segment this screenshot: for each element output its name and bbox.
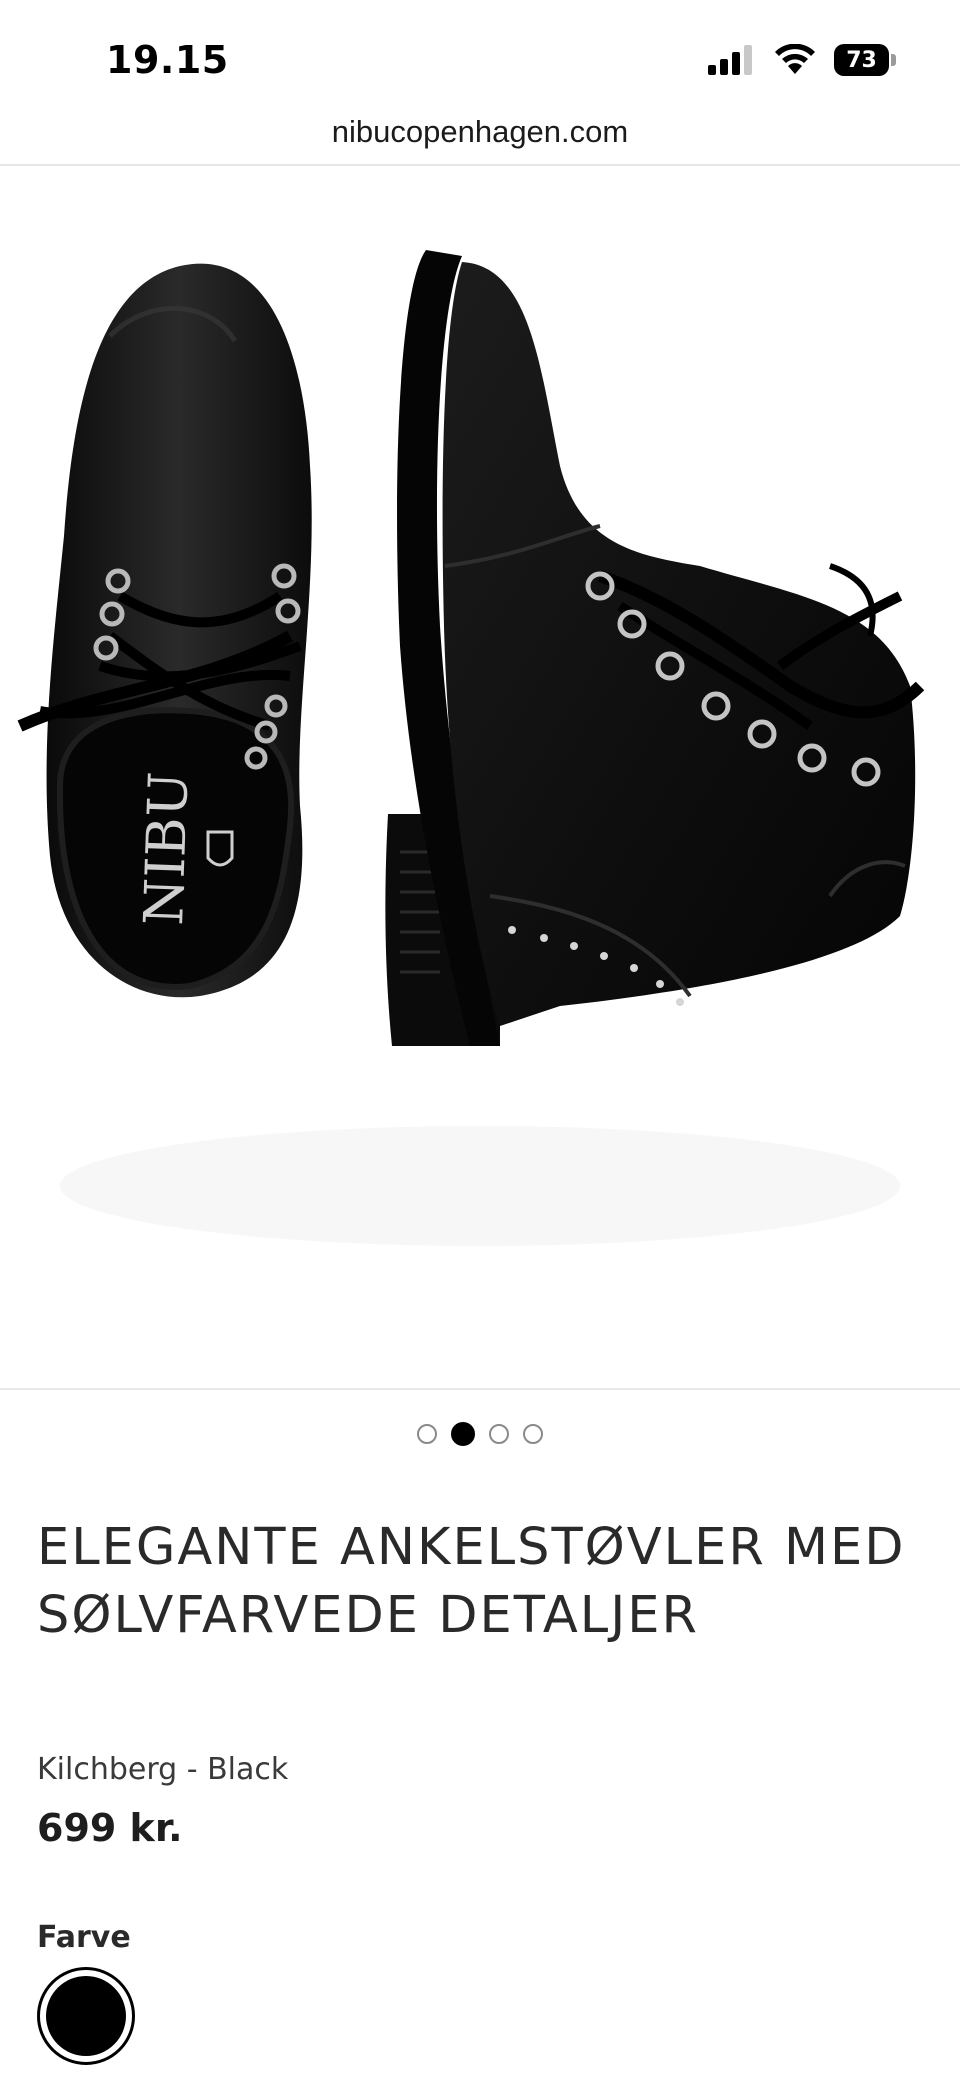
left-boot: NIBU [17, 263, 312, 998]
gallery-dot-4[interactable] [523, 1424, 543, 1444]
color-swatch-black[interactable] [37, 1967, 135, 2065]
url-bar[interactable]: nibucopenhagen.com [0, 110, 960, 166]
color-label: Farve [37, 1920, 131, 1955]
product-image-boots: NIBU [17, 250, 925, 1246]
product-price: 699 kr. [37, 1806, 183, 1850]
battery-cap [891, 54, 896, 66]
battery-icon: 73 [834, 44, 896, 76]
wifi-icon [775, 44, 815, 74]
gallery-pagination[interactable] [0, 1422, 960, 1446]
status-icons: 73 [708, 44, 896, 76]
status-time: 19.15 [106, 38, 229, 82]
signal-icon [708, 45, 752, 75]
status-bar: 19.15 73 [0, 0, 960, 110]
right-boot [385, 250, 925, 1046]
insole-brand-text: NIBU [132, 771, 200, 927]
gallery-dot-1[interactable] [417, 1424, 437, 1444]
color-swatch-fill [46, 1976, 126, 2056]
gallery-dot-2-active[interactable] [451, 1422, 475, 1446]
product-image-gallery[interactable]: NIBU [0, 166, 960, 1390]
battery-level: 73 [834, 44, 890, 76]
gallery-dot-3[interactable] [489, 1424, 509, 1444]
product-title: ELEGANTE ANKELSTØVLER MED SØLVFARVEDE DE… [37, 1518, 906, 1645]
product-subtitle: Kilchberg - Black [37, 1752, 289, 1787]
